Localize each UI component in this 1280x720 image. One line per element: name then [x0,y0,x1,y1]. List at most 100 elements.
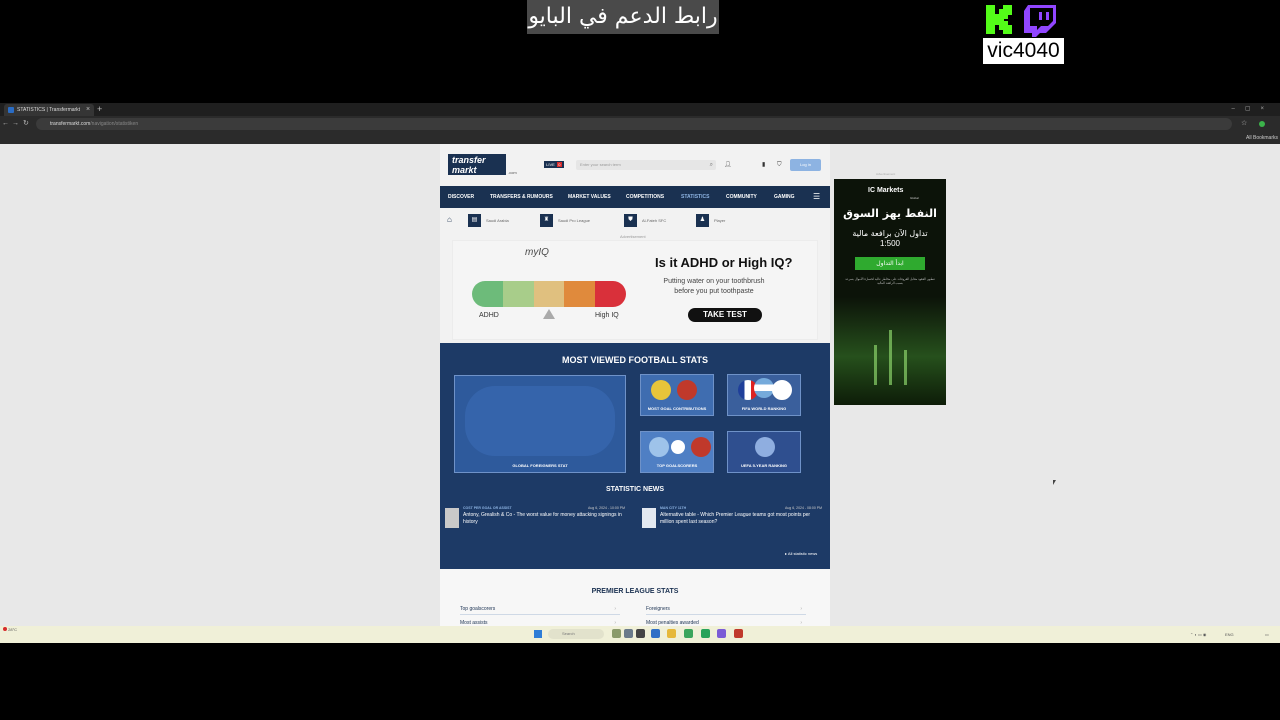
nav-community[interactable]: COMMUNITY [726,186,757,208]
taskbar-search[interactable]: Search [548,629,604,639]
new-tab-icon[interactable]: + [97,103,102,115]
taskbar-app-icon[interactable] [734,629,743,638]
goal-contributions-card[interactable]: MOST GOAL CONTRIBUTIONS [640,374,714,416]
pl-stat-row[interactable]: Foreigners › [646,603,806,615]
card-label: GLOBAL FOREIGNERS STAT [512,463,568,468]
tab-title: STATISTICS | Transfermarkt [17,107,81,113]
premier-league-icon [671,440,685,454]
nav-gaming[interactable]: GAMING [774,186,795,208]
ic-markets-logo: IC Markets [868,187,904,194]
address-bar[interactable]: transfermarkt.com/navigation/statistiken [36,118,1232,130]
pl-stat-row[interactable]: Top goalscorers › [460,603,620,615]
news-item[interactable]: MAN CITY 11TH Aug 6, 2024 - 08:00 PM Alt… [642,506,822,534]
extension-icon[interactable] [1259,121,1265,127]
logo-line1: transfer [452,155,486,165]
hamburger-menu-icon[interactable]: ☰ [813,186,820,208]
news-date: Aug 6, 2024 - 10:00 PM [588,506,625,510]
nav-competitions[interactable]: COMPETITIONS [626,186,664,208]
ic-markets-advertisement[interactable]: IC Markets Global النفط يهز السوق تداول … [834,179,946,405]
taskbar: 28°C Search ⌃ ◐ ▭ ◉ ENG ▭ [0,626,1280,643]
site-search-input[interactable]: Enter your search term ⌕ [576,160,716,170]
language-indicator[interactable]: ENG [1225,626,1234,643]
all-bookmarks[interactable]: All Bookmarks [1246,132,1278,144]
weather-widget[interactable]: 28°C [3,627,17,633]
ad-headline: Is it ADHD or High IQ? [655,255,793,270]
pl-stat-row[interactable]: Most assists › [460,617,620,626]
news-headline: Alternative table - Which Premier League… [660,512,811,525]
pl-stat-row[interactable]: Most penalties awarded › [646,617,806,626]
stream-banner: رابط الدعم في البايو [527,0,719,34]
myiq-logo: myIQ [525,247,549,258]
taskbar-app-icon[interactable] [624,629,633,638]
ad-label: Advertisement [876,172,896,176]
world-map-icon [465,386,615,456]
iq-scale-segment-3 [533,281,565,307]
site-logo[interactable]: transfer markt [448,154,506,175]
all-statistic-news-link[interactable]: ▸ All statistic news [785,551,817,556]
nav-market-values[interactable]: MARKET VALUES [568,186,611,208]
transfermarkt-page: transfer markt .com LIVE 0 Enter your sea… [440,144,830,626]
search-icon[interactable]: ⌕ [710,160,713,170]
windows-start-icon[interactable] [534,630,542,638]
breadcrumb-league[interactable]: Saudi Pro League [558,214,590,227]
myiq-advertisement[interactable]: myIQ ADHD High IQ Is it ADHD or High IQ?… [452,240,818,340]
take-test-button[interactable]: TAKE TEST [688,308,762,322]
fifa-ranking-card[interactable]: FIFA WORLD RANKING [727,374,801,416]
breadcrumb-player[interactable]: Player [714,214,725,227]
streamer-name: vic4040 [983,38,1064,64]
mouse-cursor-icon [1053,480,1056,485]
home-icon[interactable]: ⌂ [447,215,452,225]
chrome-icon[interactable] [684,629,693,638]
notification-icon[interactable]: ▭ [1265,626,1269,643]
most-viewed-title: MOST VIEWED FOOTBALL STATS [562,355,708,365]
taskbar-app-icon[interactable] [612,629,621,638]
shield-icon[interactable]: ⛉ [777,160,782,170]
chevron-right-icon: › [614,620,616,626]
all-news-label: All statistic news [787,551,818,556]
user-icon[interactable]: 👤︎ [724,160,732,170]
rig-tower-icon [874,345,877,385]
ad-leverage: 1:500 [879,239,901,248]
weather-icon [3,627,7,631]
bookmark-icon[interactable]: ▮ [762,160,765,170]
tray-icons[interactable]: ⌃ ◐ ▭ ◉ [1190,626,1206,643]
back-icon[interactable]: ← [2,118,9,130]
weather-temp: 28°C [8,627,18,632]
reload-icon[interactable]: ↻ [23,118,29,130]
card-label: MOST GOAL CONTRIBUTIONS [647,406,707,411]
taskbar-app-icon[interactable] [701,629,710,638]
uefa-ranking-card[interactable]: UEFA 5-YEAR RANKING [727,431,801,473]
uefa-star-icon [755,437,775,457]
chevron-right-icon: › [614,606,616,612]
breadcrumb-country[interactable]: Saudi Arabia [486,214,509,227]
iq-scale-segment-2 [502,281,534,307]
taskbar-app-icon[interactable] [651,629,660,638]
discord-icon[interactable] [717,629,726,638]
nav-discover[interactable]: DISCOVER [448,186,474,208]
task-view-icon[interactable] [636,629,645,638]
card-label: TOP GOALSCORERS [656,463,698,468]
ad-subline: تداول الآن برافعة مالية [852,229,928,238]
live-badge[interactable]: LIVE 0 [544,161,564,168]
global-foreigners-card[interactable]: GLOBAL FOREIGNERS STAT [454,375,626,473]
screen: رابط الدعم في البايو vic4040 STATISTICS … [0,0,1280,720]
browser-tab[interactable]: STATISTICS | Transfermarkt × [4,104,94,116]
ic-markets-sub: Global [910,196,919,200]
nav-statistics[interactable]: STATISTICS [681,186,709,208]
url-text: transfermarkt.com/navigation/statistiken [50,118,138,130]
top-goalscorers-card[interactable]: TOP GOALSCORERS [640,431,714,473]
news-thumbnail [642,508,656,528]
close-tab-icon[interactable]: × [86,104,90,115]
bookmark-star-icon[interactable]: ☆ [1241,118,1247,130]
news-date: Aug 6, 2024 - 08:00 PM [785,506,822,510]
start-trading-button[interactable]: ابدأ التداول [855,257,925,270]
nav-transfers[interactable]: TRANSFERS & RUMOURS [490,186,553,208]
file-explorer-icon[interactable] [667,629,676,638]
news-item[interactable]: COST PER GOAL OR ASSIST Aug 6, 2024 - 10… [445,506,625,534]
url-domain: transfermarkt.com [50,121,91,127]
login-button[interactable]: Log in [790,159,821,171]
club-icon: ⛊ [624,214,637,227]
window-controls[interactable]: –▢× [1231,103,1274,115]
forward-icon[interactable]: → [12,118,19,130]
breadcrumb-club[interactable]: Al-Fateh SFC [642,214,666,227]
